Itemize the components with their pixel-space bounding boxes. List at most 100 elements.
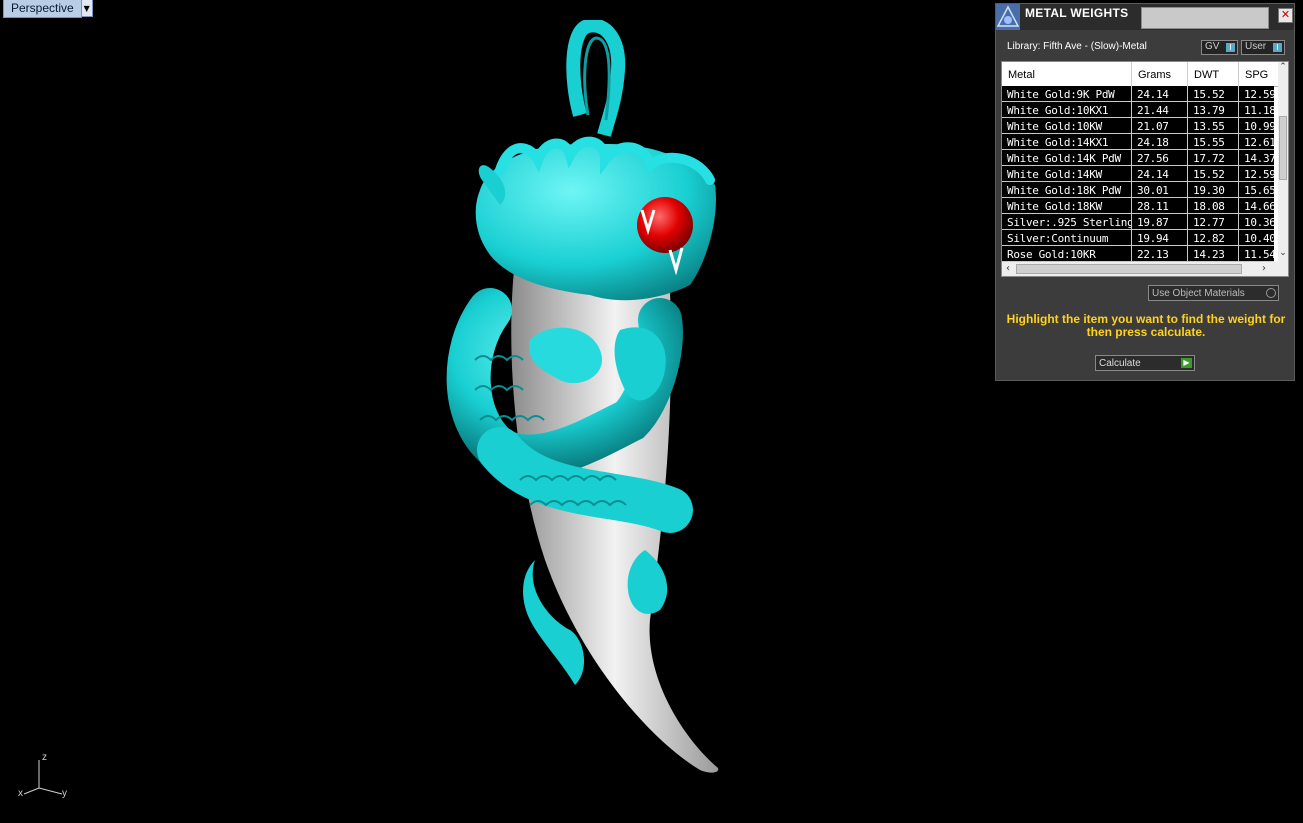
table-row[interactable]: White Gold:18KW 28.11 18.08 14.66 (1002, 198, 1274, 214)
column-header-dwt[interactable]: DWT (1188, 62, 1239, 86)
cell-metal: White Gold:14KW (1002, 166, 1132, 181)
panel-header[interactable]: METAL WEIGHTS ✕ (996, 4, 1294, 30)
cell-metal: Silver:Continuum (1002, 230, 1132, 245)
metal-weights-panel: METAL WEIGHTS ✕ Library: Fifth Ave - (Sl… (995, 3, 1295, 381)
table-header: Metal Grams DWT SPG (1002, 62, 1278, 87)
viewport-tab[interactable]: Perspective ▼ (3, 0, 93, 18)
cell-metal: White Gold:18KW (1002, 198, 1132, 213)
play-icon[interactable]: ▶ (1181, 358, 1192, 368)
table-row[interactable]: White Gold:14KX1 24.18 15.55 12.61 (1002, 134, 1274, 150)
table-body: White Gold:9K PdW 24.14 15.52 12.59 White Go… (1002, 86, 1274, 262)
axis-gizmo: z x y (14, 750, 84, 810)
app-logo-icon (996, 4, 1020, 30)
vertical-scrollbar[interactable]: ⌃ ⌄ (1278, 62, 1288, 262)
cell-metal: White Gold:14KX1 (1002, 134, 1132, 149)
cell-grams: 21.44 (1132, 102, 1188, 117)
column-header-metal[interactable]: Metal (1002, 62, 1132, 86)
cell-dwt: 17.72 (1188, 150, 1239, 165)
panel-title-bar-extension (1141, 7, 1269, 29)
cell-dwt: 13.55 (1188, 118, 1239, 133)
table-row[interactable]: Silver:Continuum 19.94 12.82 10.40 (1002, 230, 1274, 246)
metals-table[interactable]: Metal Grams DWT SPG White Gold:9K PdW 24.… (1001, 61, 1289, 277)
cell-dwt: 13.79 (1188, 102, 1239, 117)
cell-grams: 19.94 (1132, 230, 1188, 245)
cell-dwt: 19.30 (1188, 182, 1239, 197)
cell-grams: 24.14 (1132, 86, 1188, 101)
axis-z-label: z (42, 752, 47, 763)
cell-grams: 21.07 (1132, 118, 1188, 133)
cell-dwt: 15.52 (1188, 86, 1239, 101)
cell-metal: Silver:.925 Sterling (1002, 214, 1132, 229)
cell-grams: 24.14 (1132, 166, 1188, 181)
cell-metal: White Gold:18K PdW (1002, 182, 1132, 197)
table-row[interactable]: Silver:.925 Sterling 19.87 12.77 10.36 (1002, 214, 1274, 230)
cell-spg: 14.66 (1244, 200, 1274, 213)
dragon-pendant-model[interactable] (420, 20, 740, 790)
axis-y-label: y (62, 788, 67, 799)
gv-label: GV (1205, 41, 1220, 52)
viewport-menu-icon[interactable]: ▼ (81, 0, 93, 17)
table-row[interactable]: White Gold:18K PdW 30.01 19.30 15.65 (1002, 182, 1274, 198)
cell-metal: Rose Gold:10KR (1002, 246, 1132, 261)
cell-grams: 22.13 (1132, 246, 1188, 261)
user-toggle-icon[interactable]: I (1273, 43, 1282, 52)
column-header-grams[interactable]: Grams (1132, 62, 1188, 86)
calculate-label: Calculate (1099, 358, 1141, 369)
axis-lines (23, 760, 63, 795)
vertical-scroll-thumb[interactable] (1279, 116, 1287, 180)
bail-shape (566, 20, 626, 137)
cell-metal: White Gold:10KW (1002, 118, 1132, 133)
table-row[interactable]: White Gold:10KX1 21.44 13.79 11.18 (1002, 102, 1274, 118)
cell-spg: 12.59 (1244, 168, 1274, 181)
cell-grams: 19.87 (1132, 214, 1188, 229)
cell-dwt: 18.08 (1188, 198, 1239, 213)
gv-toggle-icon[interactable]: I (1226, 43, 1235, 52)
axis-x-label: x (18, 788, 23, 799)
cell-spg: 10.40 (1244, 232, 1274, 245)
cell-spg: 12.59 (1244, 88, 1274, 101)
cell-dwt: 12.77 (1188, 214, 1239, 229)
cell-spg: 14.37 (1244, 152, 1274, 165)
cell-metal: White Gold:10KX1 (1002, 102, 1132, 117)
cell-spg: 10.99 (1244, 120, 1274, 133)
instruction-text: Highlight the item you want to find the … (1006, 312, 1286, 339)
scroll-up-icon[interactable]: ⌃ (1278, 62, 1288, 72)
cell-grams: 28.11 (1132, 198, 1188, 213)
use-object-materials-toggle[interactable]: Use Object Materials (1148, 285, 1279, 301)
cell-metal: White Gold:14K PdW (1002, 150, 1132, 165)
radio-icon[interactable] (1266, 288, 1276, 298)
cell-dwt: 15.52 (1188, 166, 1239, 181)
cell-grams: 24.18 (1132, 134, 1188, 149)
gv-toggle[interactable]: GV I (1201, 40, 1238, 55)
horizontal-scrollbar[interactable]: ‹ › (1002, 262, 1288, 276)
user-label: User (1245, 41, 1267, 52)
cell-dwt: 15.55 (1188, 134, 1239, 149)
library-label: Library: Fifth Ave - (Slow)-Metal (1007, 41, 1147, 52)
cell-grams: 30.01 (1132, 182, 1188, 197)
cell-spg: 11.54 (1244, 248, 1274, 261)
cell-grams: 27.56 (1132, 150, 1188, 165)
scroll-down-icon[interactable]: ⌄ (1278, 248, 1288, 258)
calculate-button[interactable]: Calculate ▶ (1095, 355, 1195, 371)
cell-metal: White Gold:9K PdW (1002, 86, 1132, 101)
use-object-materials-label: Use Object Materials (1152, 288, 1245, 299)
column-header-spg[interactable]: SPG (1239, 62, 1274, 86)
table-row[interactable]: White Gold:9K PdW 24.14 15.52 12.59 (1002, 86, 1274, 102)
table-row[interactable]: White Gold:14KW 24.14 15.52 12.59 (1002, 166, 1274, 182)
cell-spg: 15.65 (1244, 184, 1274, 197)
cell-dwt: 14.23 (1188, 246, 1239, 261)
table-row[interactable]: White Gold:10KW 21.07 13.55 10.99 (1002, 118, 1274, 134)
cell-spg: 12.61 (1244, 136, 1274, 149)
panel-title: METAL WEIGHTS (1025, 6, 1129, 20)
viewport-label[interactable]: Perspective (3, 0, 82, 18)
scroll-left-icon[interactable]: ‹ (1002, 262, 1014, 276)
cell-spg: 11.18 (1244, 104, 1274, 117)
cell-spg: 10.36 (1244, 216, 1274, 229)
table-row[interactable]: Rose Gold:10KR 22.13 14.23 11.54 (1002, 246, 1274, 262)
horizontal-scroll-thumb[interactable] (1016, 264, 1242, 274)
close-icon[interactable]: ✕ (1278, 8, 1293, 23)
user-toggle[interactable]: User I (1241, 40, 1285, 55)
scroll-right-icon[interactable]: › (1258, 262, 1270, 276)
table-row[interactable]: White Gold:14K PdW 27.56 17.72 14.37 (1002, 150, 1274, 166)
cell-dwt: 12.82 (1188, 230, 1239, 245)
